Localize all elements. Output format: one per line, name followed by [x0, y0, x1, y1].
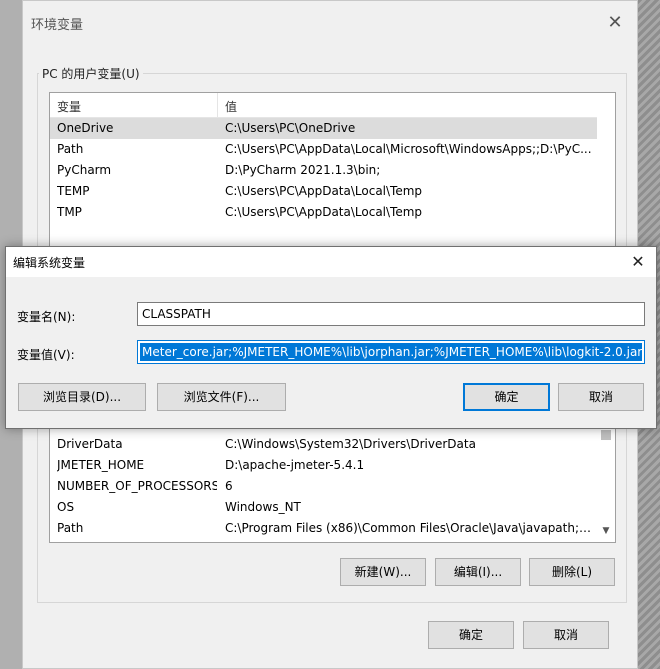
var-value: C:\Users\PC\AppData\Local\Temp: [225, 184, 423, 198]
delete-button[interactable]: 删除(L): [529, 558, 615, 586]
var-name: JMETER_HOME: [57, 458, 145, 472]
var-value: 6: [225, 479, 233, 493]
cancel-button[interactable]: 取消: [523, 621, 609, 649]
vertical-scrollbar[interactable]: [597, 93, 615, 251]
table-row[interactable]: DriverData C:\Windows\System32\Drivers\D…: [50, 434, 597, 455]
table-row[interactable]: TMP C:\Users\PC\AppData\Local\Temp: [50, 202, 597, 223]
close-icon[interactable]: ✕: [601, 9, 629, 37]
var-name: DriverData: [57, 437, 123, 451]
var-value: C:\Users\PC\OneDrive: [225, 121, 356, 135]
new-button[interactable]: 新建(W)...: [340, 558, 426, 586]
var-value: C:\Users\PC\AppData\Local\Temp: [225, 205, 423, 219]
variable-name-input[interactable]: CLASSPATH: [137, 302, 645, 326]
var-name: Path: [57, 521, 84, 535]
list-header: 变量 值: [50, 93, 597, 118]
table-row[interactable]: OS Windows_NT: [50, 497, 597, 518]
dialog-ok-button[interactable]: 确定: [463, 383, 550, 411]
var-value: C:\Windows\System32\Drivers\DriverData: [225, 437, 476, 451]
table-row[interactable]: Path C:\Program Files (x86)\Common Files…: [50, 518, 597, 539]
table-row[interactable]: OneDrive C:\Users\PC\OneDrive: [50, 118, 597, 139]
window-title: 环境变量: [31, 18, 84, 33]
column-header-name[interactable]: 变量: [57, 98, 81, 115]
scrollbar-thumb[interactable]: [601, 430, 611, 440]
dialog-titlebar: 编辑系统变量 ✕: [6, 247, 656, 277]
var-name: TMP: [57, 205, 82, 219]
edit-system-variable-dialog: 编辑系统变量 ✕ 变量名(N): CLASSPATH 变量值(V): Meter…: [5, 246, 657, 429]
table-row[interactable]: PyCharm D:\PyCharm 2021.1.3\bin;: [50, 160, 597, 181]
var-value: D:\PyCharm 2021.1.3\bin;: [225, 163, 381, 177]
var-name: PyCharm: [57, 163, 112, 177]
dialog-title: 编辑系统变量: [13, 256, 86, 270]
variable-value-input[interactable]: Meter_core.jar;%JMETER_HOME%\lib\jorphan…: [137, 340, 645, 364]
var-name: OS: [57, 500, 75, 514]
var-name: NUMBER_OF_PROCESSORS: [57, 479, 217, 493]
user-variables-list[interactable]: 变量 值 OneDrive C:\Users\PC\OneDrive Path …: [49, 92, 616, 252]
table-row[interactable]: TEMP C:\Users\PC\AppData\Local\Temp: [50, 181, 597, 202]
table-row[interactable]: NUMBER_OF_PROCESSORS 6: [50, 476, 597, 497]
var-name: Path: [57, 142, 84, 156]
table-row[interactable]: Path C:\Users\PC\AppData\Local\Microsoft…: [50, 139, 597, 160]
var-name: TEMP: [57, 184, 90, 198]
browse-file-button[interactable]: 浏览文件(F)...: [157, 383, 286, 411]
user-variables-label: PC 的用户变量(U): [39, 65, 143, 82]
ok-button[interactable]: 确定: [428, 621, 514, 649]
column-header-value[interactable]: 值: [225, 98, 237, 115]
scroll-down-icon[interactable]: ▼: [597, 526, 615, 540]
var-value: Windows_NT: [225, 500, 301, 514]
variable-value-text: Meter_core.jar;%JMETER_HOME%\lib\jorphan…: [142, 345, 645, 359]
variable-value-label: 变量值(V):: [17, 348, 75, 362]
var-value: D:\apache-jmeter-5.4.1: [225, 458, 365, 472]
edit-button[interactable]: 编辑(I)...: [435, 558, 521, 586]
table-row[interactable]: JMETER_HOME D:\apache-jmeter-5.4.1: [50, 455, 597, 476]
variable-name-text: CLASSPATH: [142, 307, 211, 321]
close-icon[interactable]: ✕: [626, 250, 650, 274]
selection-highlight: Meter_core.jar;%JMETER_HOME%\lib\jorphan…: [140, 343, 645, 361]
var-name: OneDrive: [57, 121, 114, 135]
browse-directory-button[interactable]: 浏览目录(D)...: [18, 383, 146, 411]
var-value: C:\Users\PC\AppData\Local\Microsoft\Wind…: [225, 142, 592, 156]
variable-name-label: 变量名(N):: [17, 310, 76, 324]
var-value: C:\Program Files (x86)\Common Files\Orac…: [225, 521, 595, 535]
dialog-cancel-button[interactable]: 取消: [558, 383, 644, 411]
